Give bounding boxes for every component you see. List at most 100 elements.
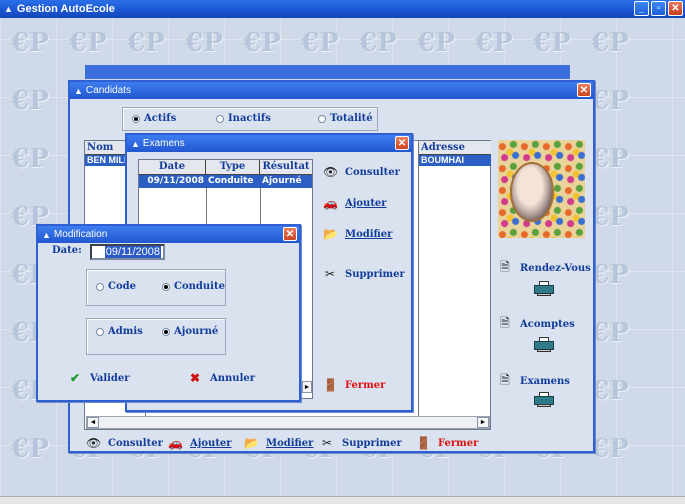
column-nom[interactable]: Nom	[85, 142, 113, 153]
radio-indicator	[132, 114, 140, 123]
ajouter-button[interactable]: 🚗 Ajouter	[168, 436, 232, 450]
window-logo-icon: ▲	[131, 138, 140, 149]
examens-scroll-right-button[interactable]: ►	[302, 381, 312, 393]
modifier-button[interactable]: 📂 Modifier	[244, 436, 313, 450]
maximize-button[interactable]: ▫	[651, 1, 666, 16]
minimize-button[interactable]: _	[634, 1, 649, 16]
watermark-logo: €P	[475, 28, 513, 58]
app-logo-icon: ▲	[4, 4, 13, 14]
cross-icon: ✖	[189, 371, 201, 385]
watermark-logo: €P	[11, 144, 49, 174]
window-logo-icon: ▲	[74, 85, 83, 96]
print-examens-button[interactable]	[534, 392, 554, 407]
watermark-logo: €P	[591, 28, 629, 58]
watermark-logo: €P	[127, 28, 165, 58]
watermark-logo: €P	[591, 318, 629, 348]
watermark-logo: €P	[11, 86, 49, 116]
radio-indicator	[162, 327, 170, 336]
watermark-logo: €P	[11, 28, 49, 58]
cell-date: 09/11/2008	[147, 176, 204, 186]
watermark-logo: €P	[591, 376, 629, 406]
watermark-logo: €P	[301, 28, 339, 58]
folder-icon: 📂	[323, 227, 338, 241]
result-ajourne-radio[interactable]: Ajourné	[162, 326, 218, 337]
column-divider	[418, 141, 419, 429]
rendez-vous-button[interactable]: 🗎 Rendez-Vous	[498, 258, 591, 279]
app-title-bar: ▲ Gestion AutoEcole _ ▫ ✕	[0, 0, 685, 18]
column-resultat[interactable]: Résultat	[260, 160, 312, 174]
window-logo-icon: ▲	[42, 229, 51, 240]
type-code-radio[interactable]: Code	[96, 281, 136, 292]
watermark-logo: €P	[69, 28, 107, 58]
examens-consulter-button[interactable]: 👁 Consulter	[323, 165, 400, 179]
fermer-button[interactable]: 🚪 Fermer	[416, 436, 478, 450]
date-label: Date:	[52, 245, 82, 256]
date-field[interactable]: 09/11/2008	[90, 244, 165, 260]
close-button[interactable]: ✕	[668, 1, 683, 16]
cell-resultat: Ajourné	[262, 176, 302, 186]
photo-frame	[510, 162, 554, 222]
examens-title-bar: ▲ Examens	[127, 135, 411, 152]
watermark-logo: €P	[591, 434, 629, 464]
watermark-logo: €P	[591, 202, 629, 232]
supprimer-button[interactable]: ✂ Supprimer	[320, 436, 402, 450]
examens-fermer-button[interactable]: 🚪 Fermer	[323, 378, 385, 392]
valider-button[interactable]: ✔ Valider	[68, 371, 130, 385]
consulter-button[interactable]: 👁 Consulter	[86, 436, 163, 450]
examens-supprimer-button[interactable]: ✂ Supprimer	[323, 267, 405, 281]
watermark-logo: €P	[533, 28, 571, 58]
exit-door-icon: 🚪	[323, 378, 338, 392]
watermark-logo: €P	[185, 28, 223, 58]
examens-button[interactable]: 🗎 Examens	[498, 371, 570, 392]
table-row-adresse[interactable]: BOUMHAI	[419, 155, 491, 166]
app-title: Gestion AutoEcole	[16, 3, 115, 15]
eye-icon: 👁	[323, 165, 339, 179]
eye-icon: 👁	[86, 436, 102, 450]
watermark-logo: €P	[591, 144, 629, 174]
examens-close-button[interactable]: ✕	[395, 136, 409, 150]
modification-close-button[interactable]: ✕	[283, 227, 297, 241]
filter-inactifs-radio[interactable]: Inactifs	[216, 113, 271, 124]
radio-indicator	[96, 282, 104, 291]
exit-door-icon: 🚪	[416, 436, 431, 450]
scroll-left-button[interactable]: ◄	[87, 417, 99, 428]
watermark-logo: €P	[11, 434, 49, 464]
scroll-right-button[interactable]: ►	[477, 417, 489, 428]
modification-title-bar: ▲ Modification	[38, 226, 299, 243]
examens-modifier-button[interactable]: 📂 Modifier	[323, 227, 392, 241]
table-row[interactable]: 09/11/2008 Conduite Ajourné	[139, 175, 312, 188]
car-add-icon: 🚗	[323, 196, 338, 210]
candidats-hscrollbar[interactable]: ◄ ►	[86, 416, 490, 429]
column-type[interactable]: Type	[206, 160, 260, 174]
document-icon: 🗎	[500, 260, 510, 274]
column-date[interactable]: Date	[139, 160, 206, 174]
filter-totalite-radio[interactable]: Totalité	[318, 113, 373, 124]
print-acomptes-button[interactable]	[534, 337, 554, 352]
examens-grid-header: Date Type Résultat	[139, 160, 312, 175]
type-conduite-radio[interactable]: Conduite	[162, 281, 225, 292]
radio-indicator	[318, 114, 326, 123]
print-rendez-vous-button[interactable]	[534, 281, 554, 296]
watermark-logo: €P	[243, 28, 281, 58]
cell-adresse: BOUMHAI	[421, 155, 464, 165]
document-icon: 🗎	[500, 373, 510, 387]
acomptes-button[interactable]: 🗎 Acomptes	[498, 314, 575, 335]
candidats-title-bar: ▲ Candidats	[70, 82, 593, 99]
scissors-icon: ✂	[321, 436, 333, 450]
result-admis-radio[interactable]: Admis	[96, 326, 143, 337]
radio-indicator	[216, 114, 224, 123]
radio-indicator	[96, 327, 104, 336]
folder-icon: 📂	[244, 436, 259, 450]
status-bar	[0, 496, 685, 504]
watermark-logo: €P	[359, 28, 397, 58]
filter-actifs-radio[interactable]: Actifs	[132, 113, 176, 124]
watermark-logo: €P	[591, 86, 629, 116]
candidate-photo	[498, 140, 585, 238]
examens-ajouter-button[interactable]: 🚗 Ajouter	[323, 196, 387, 210]
candidats-close-button[interactable]: ✕	[577, 83, 591, 97]
watermark-logo: €P	[591, 260, 629, 290]
column-adresse[interactable]: Adresse	[419, 142, 465, 153]
annuler-button[interactable]: ✖ Annuler	[188, 371, 255, 385]
cell-nom: BEN MILE	[87, 155, 131, 165]
watermark-logo: €P	[417, 28, 455, 58]
